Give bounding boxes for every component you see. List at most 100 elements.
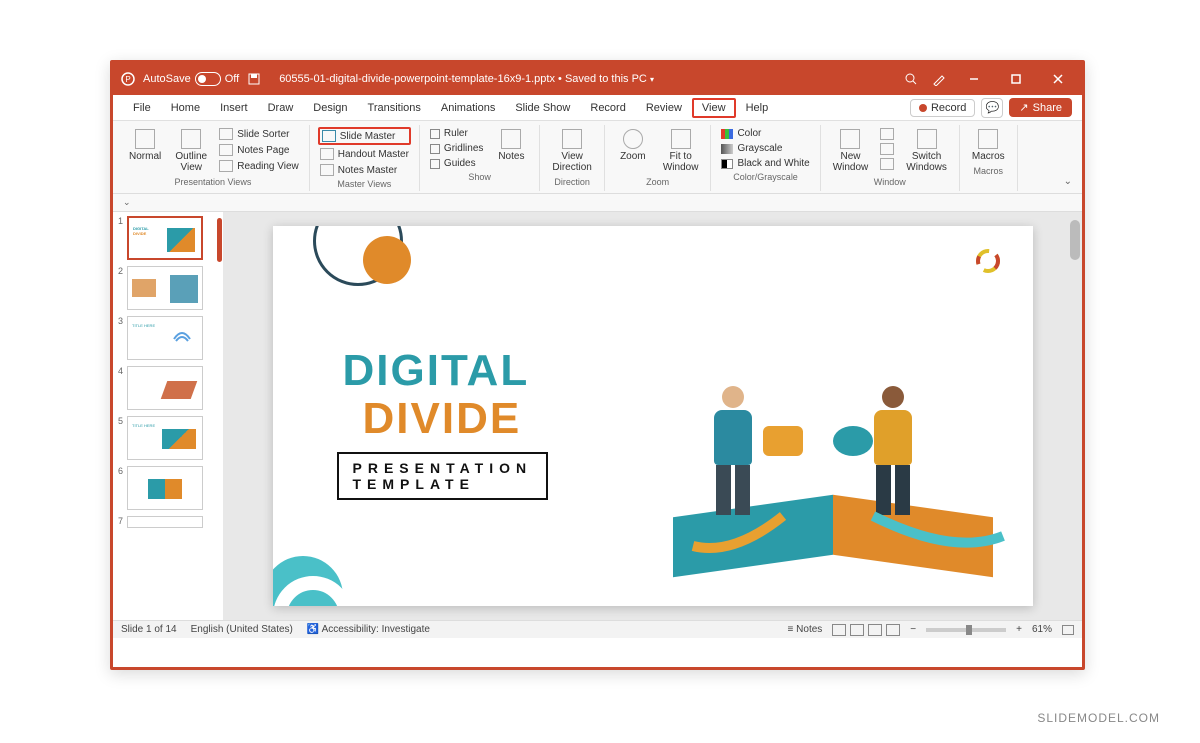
share-button[interactable]: ↗Share: [1009, 98, 1072, 117]
thumb-number: 7: [115, 516, 123, 526]
close-button[interactable]: [1044, 63, 1072, 95]
color-icon: [721, 129, 733, 139]
new-window-button[interactable]: New Window: [829, 127, 873, 175]
menu-animations[interactable]: Animations: [431, 98, 505, 118]
slide-subtitle-2: TEMPLATE: [353, 476, 533, 492]
autosave-toggle[interactable]: AutoSave Off: [143, 72, 239, 86]
search-icon[interactable]: [904, 72, 918, 86]
thumbnail-1[interactable]: DIGITALDIVIDE: [127, 216, 203, 260]
thumbnail-5[interactable]: TITLE HERE: [127, 416, 203, 460]
handout-master-button[interactable]: Handout Master: [318, 147, 411, 161]
menu-transitions[interactable]: Transitions: [358, 98, 431, 118]
maximize-button[interactable]: [1002, 63, 1030, 95]
menu-file[interactable]: File: [123, 98, 161, 118]
thumb-number: 5: [115, 416, 123, 426]
slide-counter[interactable]: Slide 1 of 14: [121, 624, 177, 635]
notes-master-button[interactable]: Notes Master: [318, 163, 411, 177]
thumbnail-3[interactable]: TITLE HERE: [127, 316, 203, 360]
zoom-out-button[interactable]: −: [910, 624, 916, 635]
workspace: 1DIGITALDIVIDE 2 3TITLE HERE 4 5TITLE HE…: [113, 212, 1082, 620]
group-macros: Macros Macros: [960, 125, 1018, 191]
ribbon-collapse-row: ⌄: [113, 194, 1082, 212]
group-label: Presentation Views: [125, 177, 301, 187]
fit-to-window-button[interactable]: [1062, 625, 1074, 635]
reading-view-button[interactable]: Reading View: [217, 159, 301, 173]
menu-home[interactable]: Home: [161, 98, 210, 118]
normal-button[interactable]: Normal: [125, 127, 165, 164]
checkbox-icon: [430, 159, 440, 169]
thumbnail-7[interactable]: [127, 516, 203, 528]
group-direction: View Direction Direction: [540, 125, 604, 191]
normal-view-icon[interactable]: [832, 624, 846, 636]
thumbnail-4[interactable]: [127, 366, 203, 410]
menu-view[interactable]: View: [692, 98, 736, 118]
outline-view-button[interactable]: Outline View: [171, 127, 211, 175]
move-split-button[interactable]: [878, 157, 896, 171]
handout-master-icon: [320, 148, 334, 160]
chevron-icon[interactable]: ⌄: [123, 197, 131, 208]
zoom-level[interactable]: 61%: [1032, 624, 1052, 635]
group-label: Show: [428, 172, 531, 182]
menu-design[interactable]: Design: [303, 98, 357, 118]
macros-button[interactable]: Macros: [968, 127, 1009, 164]
grayscale-button[interactable]: Grayscale: [719, 142, 811, 155]
group-presentation-views: Normal Outline View Slide Sorter Notes P…: [117, 125, 310, 191]
comments-button[interactable]: 💬: [981, 98, 1003, 118]
notes-page-button[interactable]: Notes Page: [217, 143, 301, 157]
ribbon-collapse-button[interactable]: ⌄: [1058, 125, 1078, 191]
switch-windows-button[interactable]: Switch Windows: [902, 127, 951, 175]
share-icon: ↗: [1019, 101, 1028, 114]
statusbar: Slide 1 of 14 English (United States) ♿ …: [113, 620, 1082, 638]
sorter-view-icon[interactable]: [850, 624, 864, 636]
slide-title-2: DIVIDE: [363, 394, 522, 444]
thumbnails-scrollbar[interactable]: [217, 218, 222, 262]
gridlines-checkbox[interactable]: Gridlines: [428, 142, 485, 155]
menu-insert[interactable]: Insert: [210, 98, 258, 118]
accessibility-status[interactable]: ♿ Accessibility: Investigate: [307, 624, 430, 635]
titlebar: P AutoSave Off 60555-01-digital-divide-p…: [113, 63, 1082, 95]
arrange-all-button[interactable]: [878, 127, 896, 141]
zoom-slider[interactable]: [926, 628, 1006, 632]
slide-master-button[interactable]: Slide Master: [318, 127, 411, 145]
fit-window-button[interactable]: Fit to Window: [659, 127, 703, 175]
slide-master-icon: [322, 130, 336, 142]
guides-checkbox[interactable]: Guides: [428, 157, 485, 170]
slide-sorter-button[interactable]: Slide Sorter: [217, 127, 301, 141]
decoration-dot-orange: [363, 236, 411, 284]
autosave-state: Off: [225, 73, 239, 85]
menu-slideshow[interactable]: Slide Show: [505, 98, 580, 118]
direction-icon: [562, 129, 582, 149]
slide-thumbnails-panel: 1DIGITALDIVIDE 2 3TITLE HERE 4 5TITLE HE…: [113, 212, 223, 620]
menu-help[interactable]: Help: [736, 98, 779, 118]
zoom-in-button[interactable]: +: [1016, 624, 1022, 635]
notes-button[interactable]: Notes: [491, 127, 531, 164]
group-label: Direction: [548, 177, 595, 187]
ruler-checkbox[interactable]: Ruler: [428, 127, 485, 140]
slide-canvas[interactable]: DIGITAL DIVIDE PRESENTATION TEMPLATE: [273, 226, 1033, 606]
editor-scrollbar[interactable]: [1070, 220, 1080, 612]
group-label: Zoom: [613, 177, 703, 187]
color-button[interactable]: Color: [719, 127, 811, 140]
reading-view-icon[interactable]: [868, 624, 882, 636]
thumbnail-6[interactable]: [127, 466, 203, 510]
save-icon[interactable]: [247, 72, 261, 86]
menu-review[interactable]: Review: [636, 98, 692, 118]
zoom-button[interactable]: Zoom: [613, 127, 653, 164]
pen-icon[interactable]: [932, 72, 946, 86]
group-window: New Window Switch Windows Window: [821, 125, 960, 191]
cascade-button[interactable]: [878, 142, 896, 156]
slideshow-view-icon[interactable]: [886, 624, 900, 636]
autosave-label: AutoSave: [143, 73, 191, 85]
minimize-button[interactable]: [960, 63, 988, 95]
record-button[interactable]: Record: [910, 99, 975, 117]
black-white-button[interactable]: Black and White: [719, 157, 811, 170]
language-indicator[interactable]: English (United States): [191, 624, 293, 635]
view-direction-button[interactable]: View Direction: [548, 127, 595, 175]
menu-draw[interactable]: Draw: [258, 98, 304, 118]
switch-windows-icon: [917, 129, 937, 149]
group-zoom: Zoom Fit to Window Zoom: [605, 125, 712, 191]
menu-record[interactable]: Record: [580, 98, 635, 118]
notes-toggle[interactable]: ≡ Notes: [788, 624, 823, 635]
thumbnail-2[interactable]: [127, 266, 203, 310]
split-icon: [880, 158, 894, 170]
